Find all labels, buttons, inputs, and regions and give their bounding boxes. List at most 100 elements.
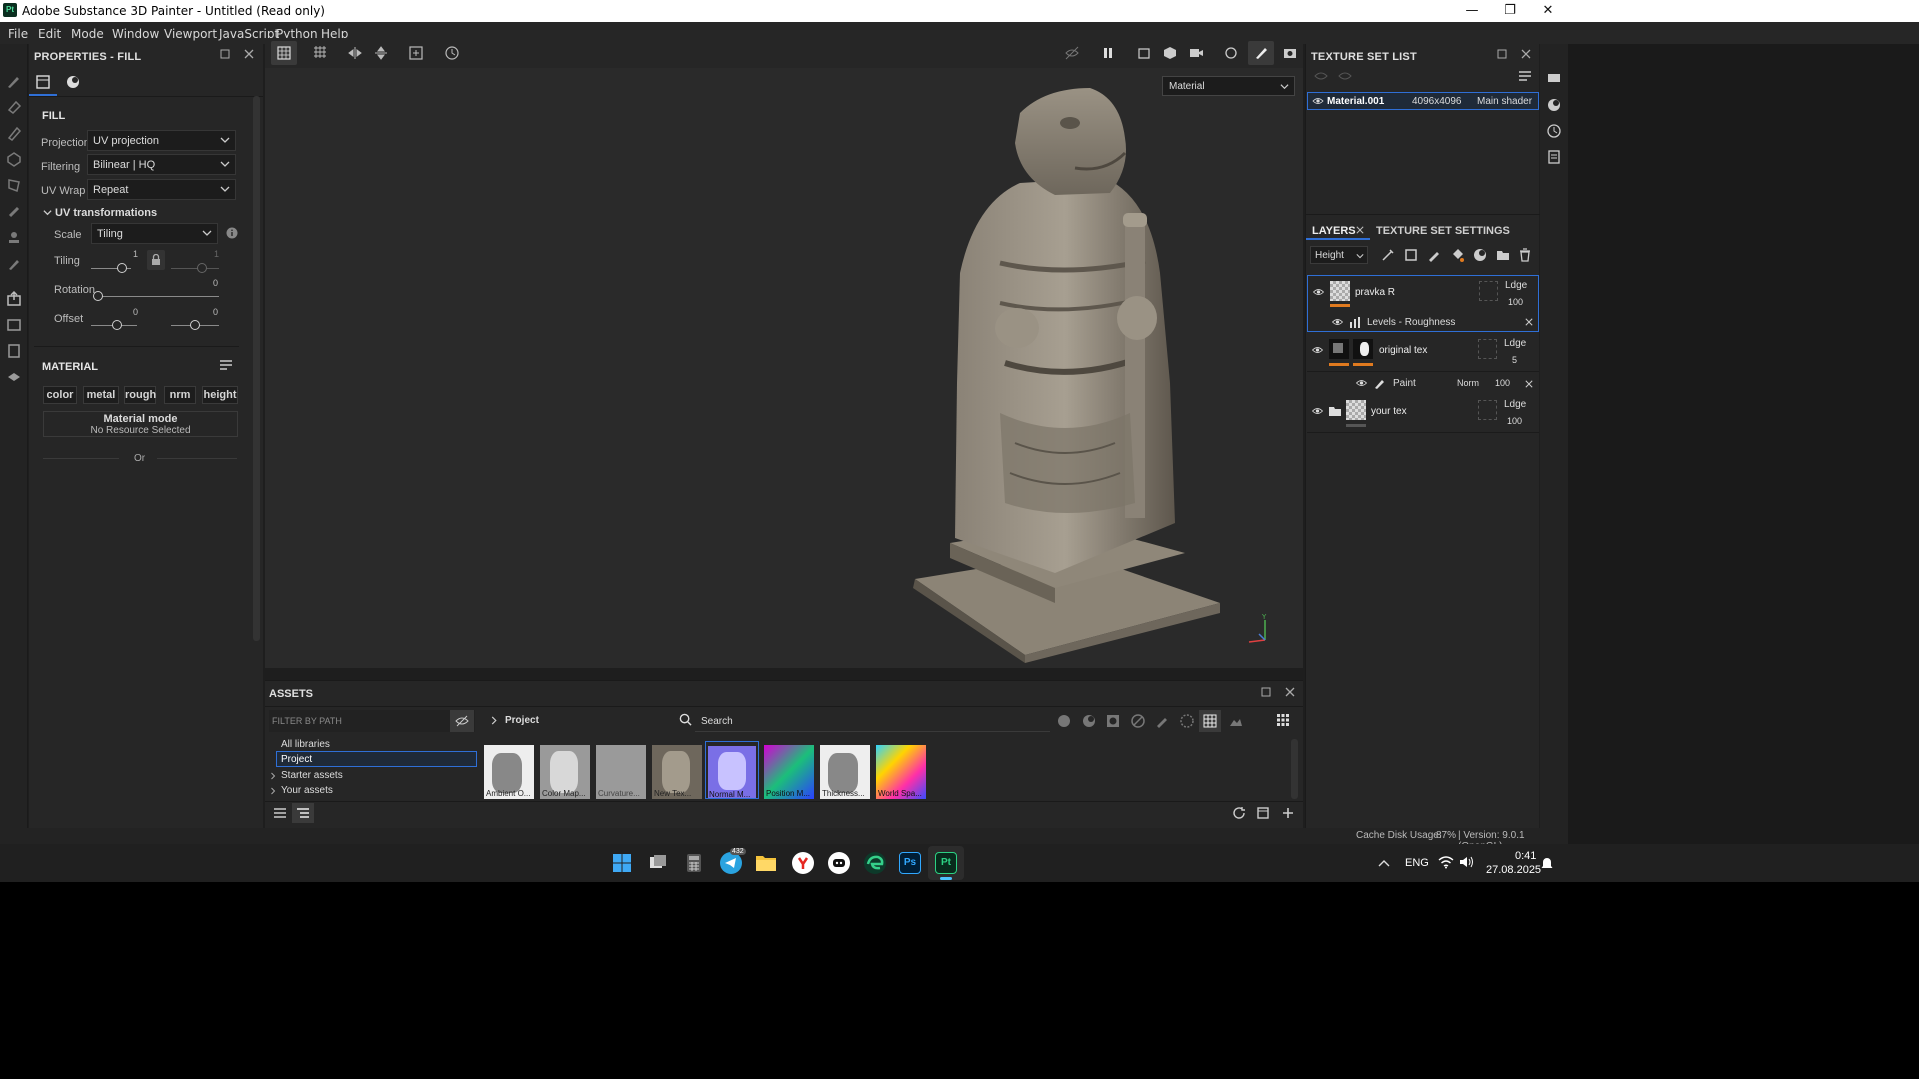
add-smart-material-icon[interactable] (1473, 248, 1487, 262)
mask-slot[interactable] (1478, 339, 1497, 359)
list-view-icon[interactable] (273, 807, 287, 819)
chevron-right-icon[interactable] (490, 716, 498, 725)
visibility-eye-icon[interactable] (1355, 378, 1368, 388)
filter-masks-icon[interactable] (1106, 714, 1120, 728)
shader-settings-icon[interactable] (5, 368, 23, 386)
asset-thumbnail[interactable]: Thickness... (820, 745, 870, 799)
layer-opacity[interactable]: 100 (1495, 378, 1510, 388)
undock-icon[interactable] (1496, 48, 1508, 60)
tree-view-button[interactable] (292, 803, 314, 823)
eye-hidden-icon[interactable] (1314, 70, 1328, 82)
tree-your-assets[interactable]: Your assets (281, 785, 333, 796)
shader-sphere-icon[interactable] (1547, 98, 1561, 112)
texture-set-menu-icon[interactable] (1518, 70, 1532, 82)
tree-project[interactable]: Project (276, 751, 477, 767)
asset-thumbnail[interactable]: Curvature... (596, 745, 646, 799)
channel-metal-button[interactable]: metal (83, 386, 119, 404)
layer-opacity[interactable]: 100 (1507, 416, 1522, 426)
eye-icon[interactable] (1338, 70, 1352, 82)
filtering-dropdown[interactable]: Bilinear | HQ (87, 154, 236, 175)
undock-icon[interactable] (219, 48, 231, 60)
filter-materials-icon[interactable] (1057, 714, 1071, 728)
view-grid-icon[interactable] (1276, 713, 1290, 727)
material-options-icon[interactable] (219, 359, 233, 371)
mask-thumbnail[interactable] (1353, 339, 1373, 359)
screenshot-icon[interactable] (1282, 45, 1298, 61)
mask-slot[interactable] (1479, 281, 1498, 301)
paint-brush-icon[interactable] (5, 72, 23, 90)
language-indicator[interactable]: ENG (1405, 857, 1429, 869)
add-mask-icon[interactable] (1404, 248, 1418, 262)
task-view-icon[interactable] (648, 853, 668, 873)
remove-effect-icon[interactable] (1525, 318, 1533, 326)
notification-bell-icon[interactable] (1540, 855, 1554, 871)
yandex-browser-icon[interactable] (792, 852, 814, 874)
add-paint-layer-icon[interactable] (1427, 248, 1441, 262)
tab-material-properties[interactable] (59, 68, 87, 96)
bake-icon[interactable] (5, 316, 23, 334)
layer-opacity[interactable]: 5 (1512, 355, 1517, 365)
clock-time[interactable]: 0:41 (1515, 850, 1536, 862)
split-view-icon[interactable] (312, 45, 328, 61)
layer-name[interactable]: your tex (1371, 406, 1407, 417)
environment-icon[interactable] (1223, 45, 1239, 61)
photoshop-icon[interactable]: Ps (899, 852, 921, 874)
filter-particles-icon[interactable] (1180, 714, 1194, 728)
symmetry-y-icon[interactable] (373, 45, 389, 61)
rotation-slider[interactable] (95, 296, 219, 297)
filter-smart-materials-icon[interactable] (1082, 714, 1096, 728)
menu-edit[interactable]: Edit (38, 27, 61, 41)
menu-mode[interactable]: Mode (71, 27, 104, 41)
rotation-knob[interactable] (93, 291, 103, 301)
assets-scrollbar[interactable] (1291, 739, 1298, 799)
frame-icon[interactable] (408, 45, 424, 61)
history-icon[interactable] (1547, 124, 1561, 138)
tab-texture-set-settings[interactable]: TEXTURE SET SETTINGS (1376, 225, 1510, 237)
polygon-fill-icon[interactable] (5, 176, 23, 194)
channel-color-button[interactable]: color (43, 386, 77, 404)
info-icon[interactable] (226, 227, 238, 239)
add-folder-icon[interactable] (1496, 248, 1510, 262)
geometry-fill-icon[interactable] (5, 150, 23, 168)
layer-opacity[interactable]: 100 (1508, 297, 1523, 307)
layer-your-tex[interactable]: your tex Ldge 100 (1307, 395, 1539, 433)
material-mode-slot[interactable]: Material mode No Resource Selected (43, 411, 238, 437)
file-explorer-icon[interactable] (755, 853, 777, 873)
edge-icon[interactable] (864, 852, 886, 874)
asset-thumbnail[interactable]: Position M... (764, 745, 814, 799)
new-window-icon[interactable] (1256, 806, 1270, 820)
menu-viewport[interactable]: Viewport (164, 27, 217, 41)
offset-v-knob[interactable] (190, 320, 200, 330)
channel-rough-button[interactable]: rough (124, 386, 156, 404)
chat-icon[interactable] (1547, 72, 1561, 86)
hide-filter-button[interactable] (450, 710, 474, 732)
tab-fill-properties[interactable] (29, 68, 57, 96)
windows-start-icon[interactable] (612, 853, 632, 873)
asset-thumbnail-selected[interactable]: Normal M... (705, 741, 759, 799)
calculator-icon[interactable] (684, 853, 704, 873)
smudge-icon[interactable] (5, 202, 23, 220)
tiling-v-knob[interactable] (197, 263, 207, 273)
volume-icon[interactable] (1459, 855, 1475, 869)
close-window-button[interactable]: ✕ (1525, 0, 1571, 22)
blend-mode[interactable]: Ldge (1505, 280, 1527, 291)
tiling-lock-button[interactable] (147, 250, 165, 270)
close-panel-icon[interactable] (1284, 686, 1296, 698)
messenger-icon[interactable] (828, 852, 850, 874)
eraser-icon[interactable] (5, 98, 23, 116)
close-panel-icon[interactable] (1520, 48, 1532, 60)
add-icon[interactable] (1281, 806, 1295, 820)
color-picker-icon[interactable] (5, 254, 23, 272)
layer-name[interactable]: original tex (1379, 345, 1427, 356)
blend-mode[interactable]: Ldge (1504, 399, 1526, 410)
filter-brushes-icon[interactable] (1155, 714, 1169, 728)
menu-window[interactable]: Window (112, 27, 159, 41)
visibility-eye-icon[interactable] (1311, 406, 1324, 416)
channel-nrm-button[interactable]: nrm (164, 386, 196, 404)
asset-thumbnail[interactable]: Color Map... (540, 745, 590, 799)
menu-file[interactable]: File (8, 27, 28, 41)
visibility-eye-icon[interactable] (1312, 96, 1324, 106)
filter-by-path-input[interactable]: FILTER BY PATH (269, 710, 475, 732)
scale-dropdown[interactable]: Tiling (91, 223, 218, 244)
visibility-eye-icon[interactable] (1311, 345, 1324, 355)
